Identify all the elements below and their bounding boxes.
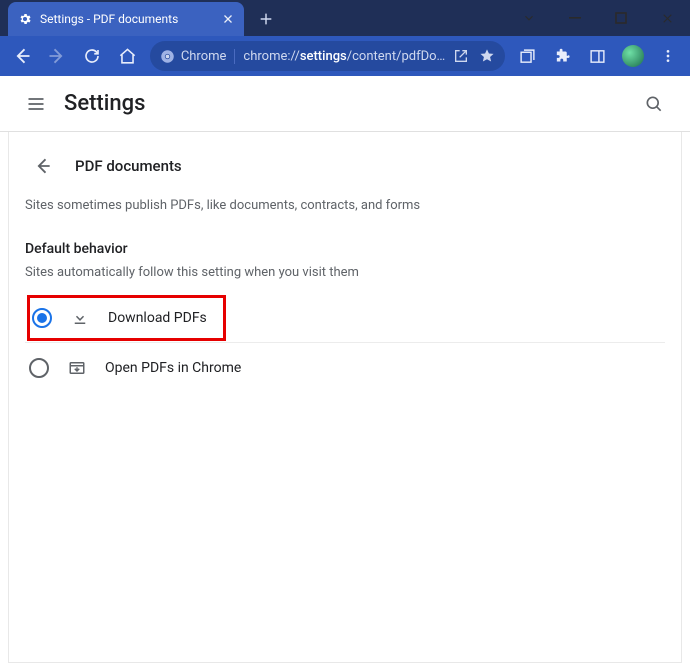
tab-overview-icon[interactable] bbox=[511, 39, 544, 73]
window-titlebar: Settings - PDF documents bbox=[0, 0, 690, 36]
option-label: Open PDFs in Chrome bbox=[105, 360, 241, 376]
star-icon[interactable] bbox=[479, 48, 495, 64]
omnibox-actions bbox=[453, 48, 495, 64]
menu-icon[interactable] bbox=[16, 84, 56, 124]
nav-forward-button[interactable] bbox=[41, 39, 74, 73]
back-arrow-icon[interactable] bbox=[25, 148, 61, 184]
nav-back-button[interactable] bbox=[6, 39, 39, 73]
browser-tab[interactable]: Settings - PDF documents bbox=[8, 2, 244, 36]
chrome-chip: Chrome bbox=[160, 49, 236, 64]
chrome-icon bbox=[160, 49, 175, 64]
section-description: Sites sometimes publish PDFs, like docum… bbox=[25, 198, 665, 213]
window-controls bbox=[506, 0, 690, 36]
maximize-button[interactable] bbox=[598, 0, 644, 36]
extensions-icon[interactable] bbox=[546, 39, 579, 73]
close-window-button[interactable] bbox=[644, 0, 690, 36]
default-behavior-label: Default behavior bbox=[25, 241, 665, 257]
chevron-down-icon[interactable] bbox=[506, 0, 552, 36]
url-text: chrome://settings/content/pdfDo… bbox=[243, 49, 445, 64]
close-tab-icon[interactable] bbox=[222, 13, 234, 25]
search-icon[interactable] bbox=[634, 84, 674, 124]
radio-selected[interactable] bbox=[32, 308, 52, 328]
settings-content: PDF documents Sites sometimes publish PD… bbox=[8, 132, 682, 663]
browser-menu-icon[interactable] bbox=[651, 39, 684, 73]
section-title: PDF documents bbox=[75, 157, 182, 175]
option-label: Download PDFs bbox=[108, 310, 207, 326]
new-tab-button[interactable] bbox=[252, 5, 280, 33]
radio-unselected[interactable] bbox=[29, 358, 49, 378]
minimize-button[interactable] bbox=[552, 0, 598, 36]
reload-button[interactable] bbox=[76, 39, 109, 73]
default-behavior-sub: Sites automatically follow this setting … bbox=[25, 265, 665, 280]
page-title: Settings bbox=[64, 91, 145, 116]
profile-avatar[interactable] bbox=[616, 39, 649, 73]
settings-header: Settings bbox=[0, 76, 690, 132]
gear-icon bbox=[18, 12, 32, 26]
highlight-box: Download PDFs bbox=[27, 295, 226, 341]
browser-toolbar: Chrome chrome://settings/content/pdfDo… bbox=[0, 36, 690, 76]
sidepanel-icon[interactable] bbox=[581, 39, 614, 73]
tab-title: Settings - PDF documents bbox=[40, 12, 214, 26]
share-icon[interactable] bbox=[453, 48, 469, 64]
home-button[interactable] bbox=[111, 39, 144, 73]
option-open-in-chrome[interactable]: Open PDFs in Chrome bbox=[25, 342, 665, 392]
address-bar[interactable]: Chrome chrome://settings/content/pdfDo… bbox=[150, 41, 505, 71]
option-download-pdfs[interactable]: Download PDFs bbox=[25, 292, 665, 342]
chrome-chip-label: Chrome bbox=[181, 49, 227, 64]
sub-header: PDF documents bbox=[25, 140, 665, 192]
download-icon bbox=[70, 308, 90, 328]
open-in-chrome-icon bbox=[67, 358, 87, 378]
